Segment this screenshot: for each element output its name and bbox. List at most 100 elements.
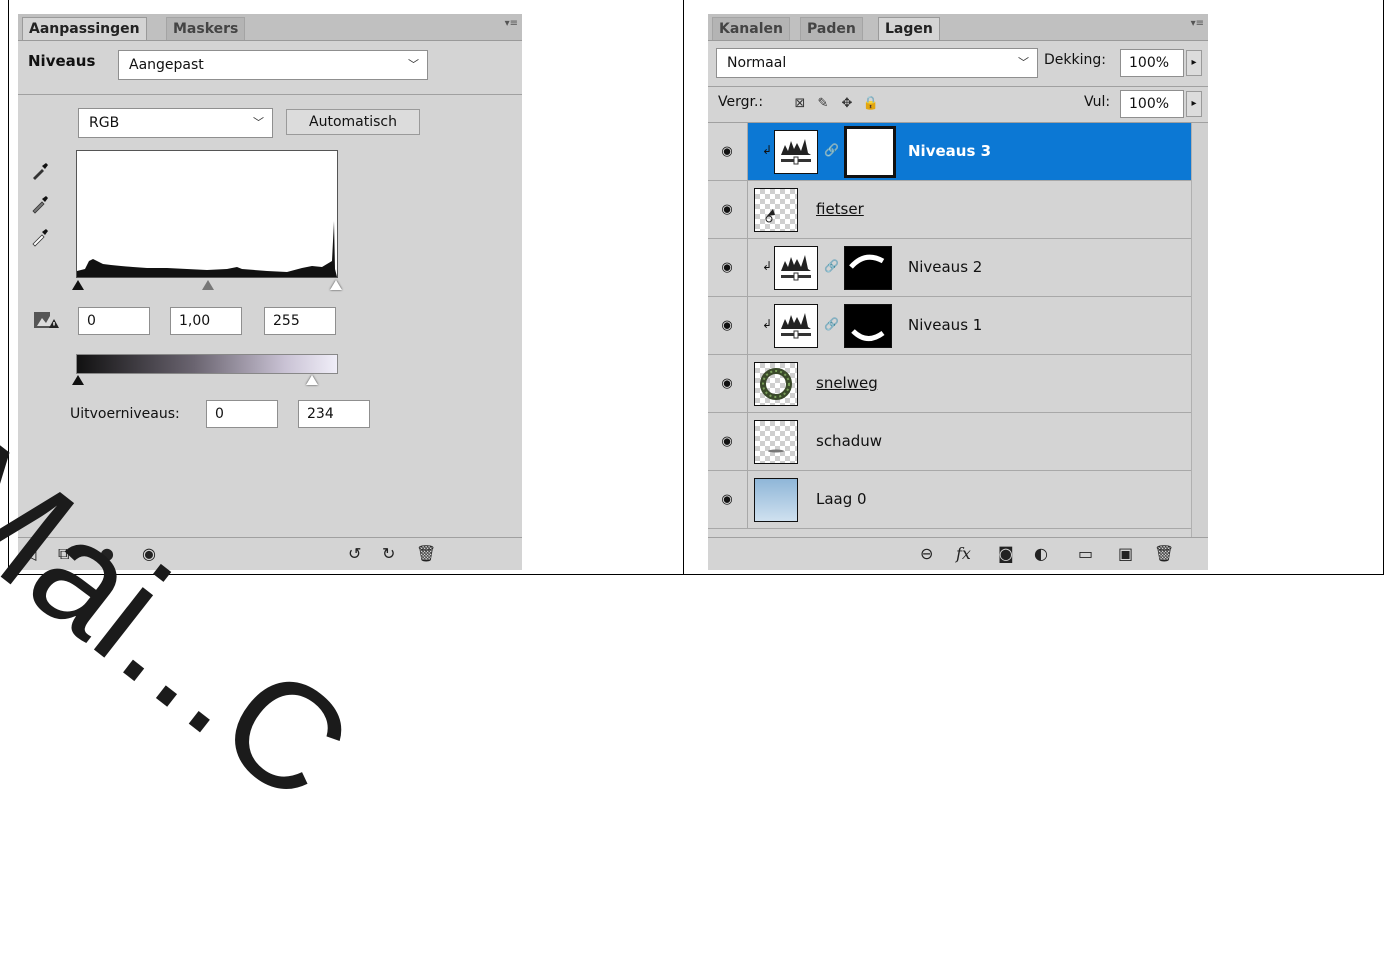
opacity-field[interactable]: 100% xyxy=(1120,49,1184,77)
fx-icon[interactable]: fx xyxy=(956,544,971,563)
eye-icon[interactable]: ◉ xyxy=(714,257,740,277)
panel-menu-icon[interactable]: ▾≡ xyxy=(1191,18,1204,29)
visibility-column: ◉ xyxy=(708,297,748,354)
input-gamma-field[interactable]: 1,00 xyxy=(170,307,242,335)
output-gradient xyxy=(76,354,338,374)
layer-name[interactable]: Laag 0 xyxy=(816,490,867,508)
layers-panel: Kanalen Paden Lagen ▾≡ Normaal ﹀ Dekking… xyxy=(708,14,1208,570)
visibility-column: ◉ xyxy=(708,471,748,528)
input-black-field[interactable]: 0 xyxy=(78,307,150,335)
tab-paden[interactable]: Paden xyxy=(800,17,863,40)
lock-move-icon[interactable]: ✥ xyxy=(838,94,856,112)
clip-arrow-icon: ↲ xyxy=(762,259,773,273)
eye-icon[interactable]: ◉ xyxy=(714,489,740,509)
back-arrow-icon[interactable]: ◁ xyxy=(24,544,36,563)
eye-icon[interactable]: ◉ xyxy=(714,141,740,161)
clipping-warning-icon[interactable] xyxy=(32,309,60,331)
lock-transparency-icon[interactable]: ⊠ xyxy=(792,94,808,112)
layer-mask-thumbnail[interactable] xyxy=(844,246,892,290)
layer-row-fietser[interactable]: ◉ fietser xyxy=(708,181,1192,239)
eye-icon[interactable]: ◉ xyxy=(714,431,740,451)
layer-name[interactable]: Niveaus 1 xyxy=(908,316,982,334)
input-white-field[interactable]: 255 xyxy=(264,307,336,335)
layer-row-laag-0[interactable]: ◉ Laag 0 xyxy=(708,471,1192,529)
lock-brush-icon[interactable]: ✎ xyxy=(814,94,832,112)
tab-maskers[interactable]: Maskers xyxy=(166,17,246,40)
layer-name[interactable]: Niveaus 3 xyxy=(908,142,991,160)
group-folder-icon[interactable]: ▭ xyxy=(1078,544,1093,563)
layers-bottom-bar: ⊖ fx ◙ ◐ ▭ ▣ 🗑 xyxy=(708,537,1208,570)
adjustments-bottom-bar: ◁ ⧉ ● ◉ ↺ ↻ 🗑 xyxy=(18,537,522,570)
layer-row-niveaus-1[interactable]: ◉ ↲ 🔗 Niveaus 1 xyxy=(708,297,1192,355)
visibility-column: ◉ xyxy=(708,239,748,296)
mask-link-icon[interactable]: 🔗 xyxy=(824,317,839,331)
panel-menu-icon[interactable]: ▾≡ xyxy=(505,18,518,29)
new-layer-icon[interactable]: ▣ xyxy=(1118,544,1133,563)
tab-aanpassingen[interactable]: Aanpassingen xyxy=(22,17,147,40)
mask-link-icon[interactable]: 🔗 xyxy=(824,259,839,273)
channel-value: RGB xyxy=(89,115,120,131)
levels-adjustment-thumbnail xyxy=(774,246,818,290)
output-black-field[interactable]: 0 xyxy=(206,400,278,428)
layer-row-schaduw[interactable]: ◉ schaduw xyxy=(708,413,1192,471)
auto-button[interactable]: Automatisch xyxy=(286,109,420,135)
chevron-down-icon: ﹀ xyxy=(1018,56,1029,69)
adjustment-title: Niveaus xyxy=(28,52,96,70)
output-black-slider[interactable] xyxy=(72,375,84,385)
black-point-eyedropper-icon[interactable] xyxy=(28,159,52,183)
output-levels-label: Uitvoerniveaus: xyxy=(70,406,180,422)
layer-thumbnail xyxy=(754,188,798,232)
visibility-column: ◉ xyxy=(708,413,748,470)
eye-icon[interactable]: ◉ xyxy=(714,373,740,393)
layer-name[interactable]: schaduw xyxy=(816,432,882,450)
view-previous-icon[interactable]: ● xyxy=(100,544,114,563)
link-icon[interactable]: ⊖ xyxy=(920,544,933,563)
blend-mode-value: Normaal xyxy=(727,55,787,71)
layer-row-niveaus-2[interactable]: ◉ ↲ 🔗 Niveaus 2 xyxy=(708,239,1192,297)
input-black-slider[interactable] xyxy=(72,280,84,290)
trash-icon[interactable]: 🗑 xyxy=(416,544,436,563)
trash-icon[interactable]: 🗑 xyxy=(1154,544,1174,563)
layer-name[interactable]: Niveaus 2 xyxy=(908,258,982,276)
chevron-down-icon: ﹀ xyxy=(408,58,419,71)
layer-mask-thumbnail[interactable] xyxy=(844,126,896,178)
tab-kanalen[interactable]: Kanalen xyxy=(712,17,790,40)
channel-select[interactable]: RGB ﹀ xyxy=(78,108,273,138)
input-gamma-slider[interactable] xyxy=(202,280,214,290)
layers-scrollbar[interactable] xyxy=(1191,123,1208,539)
divider xyxy=(18,94,522,95)
mask-icon[interactable]: ◙ xyxy=(998,544,1014,563)
fill-arrow-button[interactable]: ▸ xyxy=(1186,91,1202,117)
adjustments-panel: Aanpassingen Maskers ▾≡ Niveaus Aangepas… xyxy=(18,14,522,570)
layer-thumbnail xyxy=(754,362,798,406)
visibility-eye-icon[interactable]: ◉ xyxy=(142,544,156,563)
gray-point-eyedropper-icon[interactable] xyxy=(28,192,52,216)
preset-select[interactable]: Aangepast ﹀ xyxy=(118,50,428,80)
input-white-slider[interactable] xyxy=(330,280,342,290)
lock-all-icon[interactable]: 🔒 xyxy=(862,94,880,112)
output-white-field[interactable]: 234 xyxy=(298,400,370,428)
layer-row-niveaus-3[interactable]: ◉ ↲ 🔗 Niveaus 3 xyxy=(708,123,1192,181)
tab-lagen[interactable]: Lagen xyxy=(878,17,940,40)
layer-list: ◉ ↲ 🔗 Niveaus 3 ◉ fietser ◉ ↲ 🔗 Niveaus … xyxy=(708,122,1208,539)
layer-name[interactable]: snelweg xyxy=(816,374,878,392)
clip-arrow-icon: ↲ xyxy=(762,317,773,331)
adjustment-icon[interactable]: ◐ xyxy=(1034,544,1048,563)
reset-previous-icon[interactable]: ↺ xyxy=(348,544,361,563)
layer-name[interactable]: fietser xyxy=(816,200,864,218)
reset-icon[interactable]: ↻ xyxy=(382,544,395,563)
white-point-eyedropper-icon[interactable] xyxy=(28,225,52,249)
fill-field[interactable]: 100% xyxy=(1120,90,1184,118)
blend-mode-select[interactable]: Normaal ﹀ xyxy=(716,48,1038,78)
mask-link-icon[interactable]: 🔗 xyxy=(824,143,839,157)
output-white-slider[interactable] xyxy=(306,375,318,385)
divider xyxy=(708,86,1208,87)
clip-to-layer-icon[interactable]: ⧉ xyxy=(58,544,69,564)
eye-icon[interactable]: ◉ xyxy=(714,315,740,335)
opacity-label: Dekking: xyxy=(1044,52,1106,68)
visibility-column: ◉ xyxy=(708,123,748,180)
opacity-arrow-button[interactable]: ▸ xyxy=(1186,50,1202,76)
layer-mask-thumbnail[interactable] xyxy=(844,304,892,348)
eye-icon[interactable]: ◉ xyxy=(714,199,740,219)
layer-row-snelweg[interactable]: ◉ snelweg xyxy=(708,355,1192,413)
